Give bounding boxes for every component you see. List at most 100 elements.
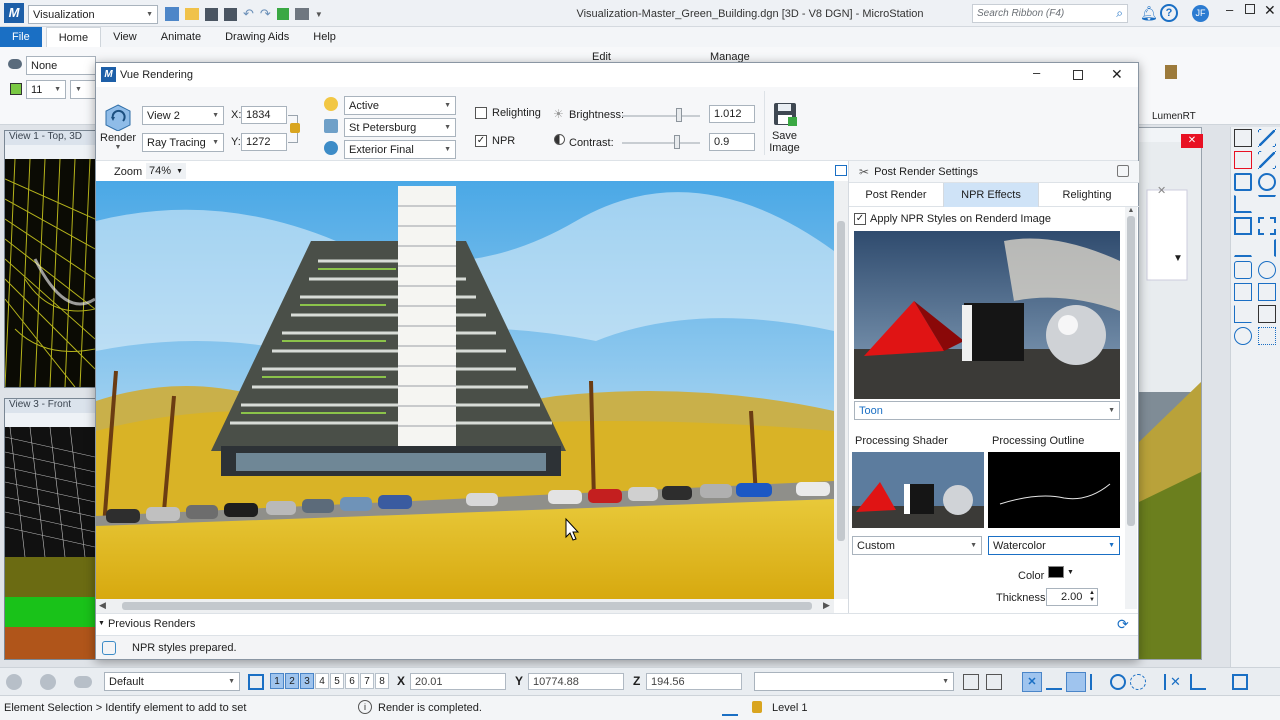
bisector-snap-icon[interactable] bbox=[1150, 674, 1166, 690]
z-coord-input[interactable]: 194.56 bbox=[646, 673, 742, 690]
workflow-select[interactable]: Visualization ▼ bbox=[28, 5, 158, 24]
pin-icon[interactable] bbox=[276, 8, 289, 20]
lock-aspect-icon[interactable] bbox=[290, 123, 300, 133]
tab-help[interactable]: Help bbox=[301, 27, 348, 47]
dialog-close-icon[interactable]: ✕ bbox=[1111, 66, 1123, 83]
tab-view[interactable]: View bbox=[101, 27, 149, 47]
search-input[interactable]: Search Ribbon (F4) bbox=[977, 8, 1064, 19]
apply-npr-checkbox[interactable]: ✓ Apply NPR Styles on Renderd Image bbox=[854, 213, 1051, 225]
view-button-3[interactable]: 3 bbox=[300, 673, 314, 689]
redo-icon[interactable]: ↷ bbox=[260, 6, 271, 22]
npr-checkbox[interactable]: ✓ NPR bbox=[475, 135, 515, 147]
view-select[interactable]: View 2 ▼ bbox=[142, 106, 224, 125]
brightness-slider-track[interactable] bbox=[622, 115, 700, 117]
view-3-window[interactable]: View 3 - Front bbox=[4, 398, 96, 660]
view-button-7[interactable]: 7 bbox=[360, 673, 374, 689]
trim-icon[interactable] bbox=[1258, 239, 1276, 257]
undo-icon[interactable]: ↶ bbox=[243, 6, 254, 22]
outline-select[interactable]: Watercolor ▼ bbox=[988, 536, 1120, 555]
view-groups-icon[interactable] bbox=[248, 674, 264, 690]
weight-select[interactable]: 11 ▼ bbox=[26, 80, 66, 99]
accusnap-icon[interactable] bbox=[722, 700, 738, 716]
print-icon[interactable] bbox=[294, 8, 309, 20]
x-coord-input[interactable]: 20.01 bbox=[410, 673, 506, 690]
thickness-value[interactable]: 2.00 bbox=[1061, 591, 1082, 603]
minimize-icon[interactable]: – bbox=[1226, 2, 1233, 17]
tab-home[interactable]: Home bbox=[45, 27, 102, 47]
snap-options-icon[interactable] bbox=[1232, 674, 1248, 690]
fence-icon[interactable] bbox=[1234, 217, 1252, 235]
intersection-snap-icon[interactable]: ✕ bbox=[1170, 674, 1186, 690]
back-icon[interactable] bbox=[6, 674, 22, 690]
place-line-icon[interactable] bbox=[1258, 151, 1276, 169]
scale-icon[interactable] bbox=[1234, 283, 1252, 301]
nearest-snap-icon[interactable] bbox=[1046, 674, 1062, 690]
model-select[interactable]: Default ▼ bbox=[104, 672, 240, 691]
view-button-6[interactable]: 6 bbox=[345, 673, 359, 689]
y-coord-input[interactable]: 10774.88 bbox=[528, 673, 624, 690]
notification-bell-icon[interactable]: 🔔︎ bbox=[1140, 5, 1158, 22]
view-button-1[interactable]: 1 bbox=[270, 673, 284, 689]
midpoint-snap-icon[interactable] bbox=[1090, 674, 1106, 690]
ribbon-search[interactable]: Search Ribbon (F4) ⌕ bbox=[972, 4, 1128, 23]
brightness-input[interactable]: 1.012 bbox=[709, 105, 755, 123]
render-image-view[interactable] bbox=[96, 181, 834, 599]
rotate-icon[interactable] bbox=[1258, 261, 1276, 279]
help-icon[interactable]: ? bbox=[1160, 4, 1178, 22]
shader-select[interactable]: Custom ▼ bbox=[852, 536, 982, 555]
view-1-toolbar[interactable] bbox=[5, 145, 95, 159]
chevron-down-icon[interactable]: ▼ bbox=[1067, 569, 1074, 576]
zoom-select[interactable]: 74% ▼ bbox=[146, 163, 186, 179]
relighting-check[interactable] bbox=[475, 107, 487, 119]
place-circle-icon[interactable] bbox=[1258, 173, 1276, 191]
maximize-icon[interactable] bbox=[1245, 4, 1255, 14]
render-horizontal-scrollbar[interactable]: ◀ ▶ bbox=[96, 599, 834, 613]
lock-icon[interactable] bbox=[752, 701, 762, 713]
view-1-window[interactable]: View 1 - Top, 3D bbox=[4, 130, 96, 388]
contrast-slider-track[interactable] bbox=[622, 142, 700, 144]
brightness-slider-thumb[interactable] bbox=[676, 108, 682, 122]
npr-check[interactable]: ✓ bbox=[475, 135, 487, 147]
group-icon[interactable] bbox=[1258, 217, 1276, 235]
element-selection-icon[interactable] bbox=[1234, 129, 1252, 147]
search-icon[interactable]: ⌕ bbox=[1116, 6, 1123, 21]
message-info-icon[interactable]: i bbox=[358, 700, 372, 714]
light-setup-select[interactable]: Active ▼ bbox=[344, 96, 456, 115]
forward-icon[interactable] bbox=[40, 674, 56, 690]
mirror-icon[interactable] bbox=[1258, 283, 1276, 301]
tab-file[interactable]: File bbox=[0, 27, 42, 47]
snap-mode-icon[interactable] bbox=[963, 674, 979, 690]
open-folder-icon[interactable] bbox=[185, 8, 199, 20]
user-avatar[interactable]: JF bbox=[1192, 5, 1209, 22]
dialog-title-bar[interactable]: M Vue Rendering – ✕ bbox=[96, 63, 1138, 87]
dropdown-arrow-icon[interactable]: ▼ bbox=[1173, 253, 1183, 264]
copy-icon[interactable] bbox=[1234, 261, 1252, 279]
cross-snap-icon[interactable]: ✕ bbox=[1022, 672, 1042, 692]
dialog-minimize-icon[interactable]: – bbox=[1033, 65, 1040, 80]
render-mode-select[interactable]: Ray Tracing ▼ bbox=[142, 133, 224, 152]
tab-drawing-aids[interactable]: Drawing Aids bbox=[213, 27, 301, 47]
pin-panel-icon[interactable] bbox=[1117, 165, 1129, 177]
keypoint-snap-icon[interactable] bbox=[1066, 672, 1086, 692]
contrast-slider-thumb[interactable] bbox=[674, 135, 680, 149]
active-level[interactable]: Level 1 bbox=[772, 702, 807, 714]
view-button-2[interactable]: 2 bbox=[285, 673, 299, 689]
relighting-checkbox[interactable]: Relighting bbox=[475, 107, 541, 119]
environment-select[interactable]: St Petersburg ▼ bbox=[344, 118, 456, 137]
customize-icon[interactable]: ▼ bbox=[315, 10, 323, 19]
view-button-4[interactable]: 4 bbox=[315, 673, 329, 689]
level-select[interactable]: None bbox=[26, 56, 96, 75]
scroll-left-icon[interactable]: ◀ bbox=[99, 600, 106, 611]
close-icon[interactable]: ✕ bbox=[1264, 2, 1276, 19]
save-icon[interactable] bbox=[205, 7, 218, 21]
color-swatch-icon[interactable] bbox=[1048, 566, 1064, 578]
chamfer-icon[interactable] bbox=[1234, 305, 1252, 323]
refresh-icon[interactable]: ⟳ bbox=[1117, 616, 1129, 633]
dialog-maximize-icon[interactable] bbox=[1073, 70, 1083, 80]
render-setting-select[interactable]: Exterior Final ▼ bbox=[344, 140, 456, 159]
previous-renders-bar[interactable]: ▼ Previous Renders ⟳ bbox=[96, 613, 1138, 633]
tab-npr-effects[interactable]: NPR Effects bbox=[944, 182, 1039, 207]
style-select[interactable]: ▼ bbox=[70, 80, 96, 99]
thickness-stepper[interactable]: 2.00 ▲ ▼ bbox=[1046, 588, 1098, 606]
prs-scroll-thumb[interactable] bbox=[1127, 216, 1135, 526]
